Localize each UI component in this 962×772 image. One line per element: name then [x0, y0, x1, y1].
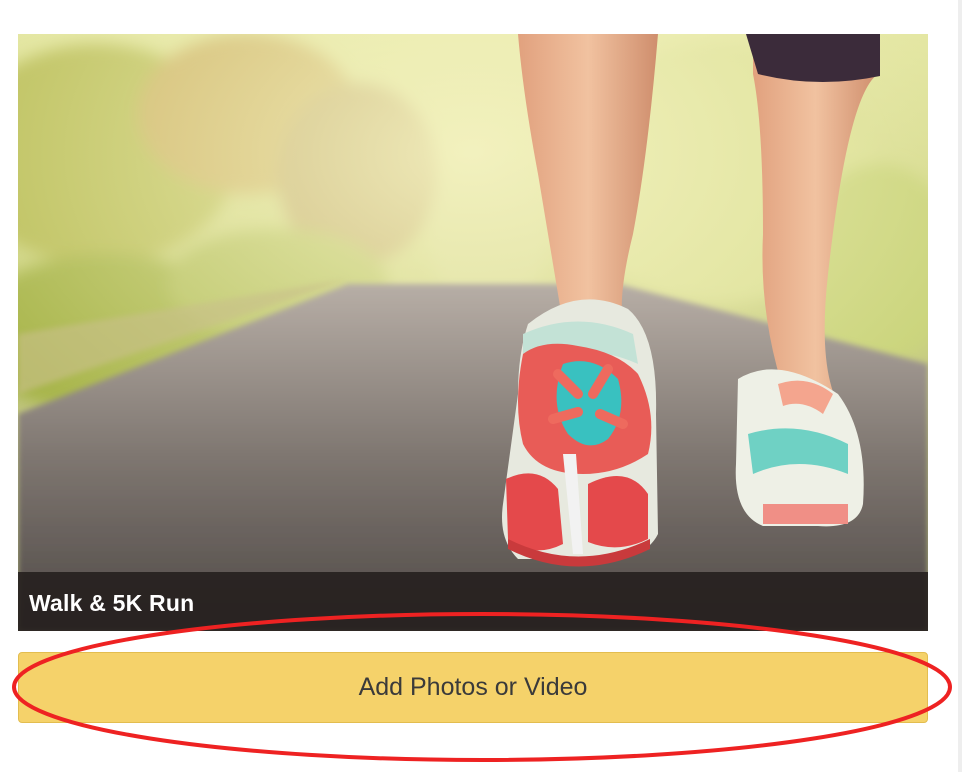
caption-bar: Walk & 5K Run [18, 572, 928, 631]
event-media-card[interactable]: Walk & 5K Run [18, 34, 928, 631]
add-photos-video-button[interactable]: Add Photos or Video [18, 652, 928, 723]
page-edge-divider [958, 0, 962, 772]
event-photo [18, 34, 928, 631]
page: Walk & 5K Run Add Photos or Video [0, 0, 962, 772]
event-title: Walk & 5K Run [29, 590, 195, 616]
